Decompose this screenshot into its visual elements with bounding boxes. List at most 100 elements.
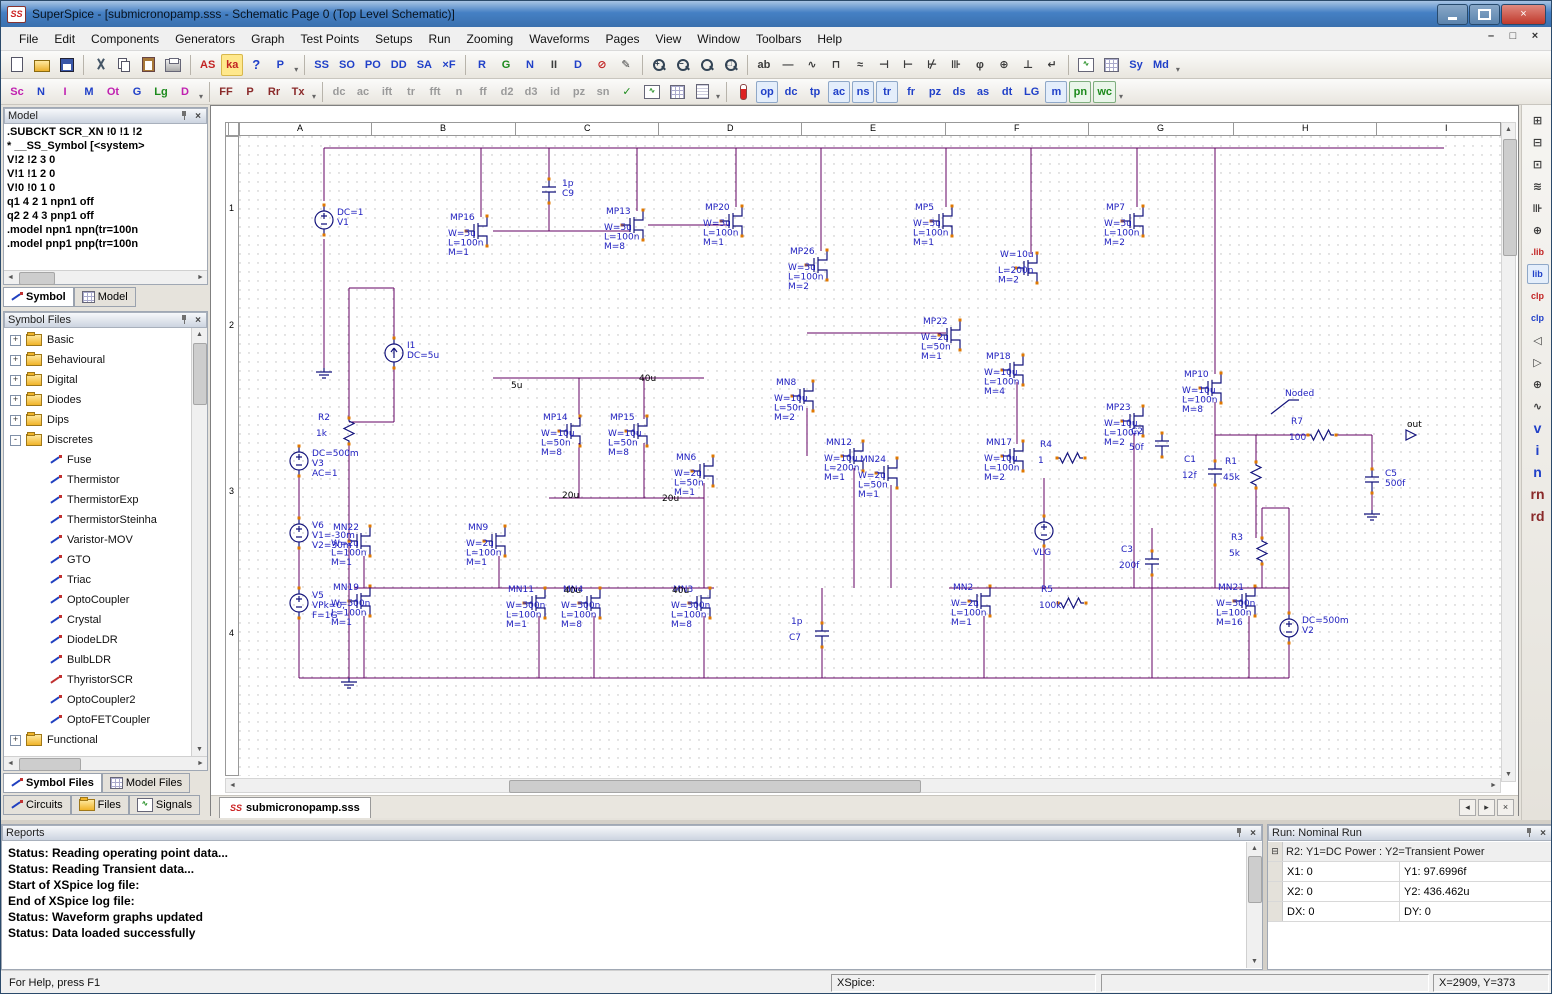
tree-h-scrollbar[interactable]: ◄ ►	[4, 756, 207, 770]
maximize-button[interactable]	[1469, 4, 1500, 25]
p-edit-button[interactable]: P	[239, 81, 261, 103]
sidebar-item-discretes[interactable]: -Discretes	[4, 430, 192, 450]
close-icon[interactable]: ×	[193, 315, 203, 326]
pz-run-button[interactable]: pz	[924, 81, 946, 103]
tab-files[interactable]: Files	[71, 795, 129, 815]
title-bar[interactable]: SS SuperSpice - [submicronopamp.sss - Sc…	[1, 1, 1551, 27]
component-5u[interactable]: 5u	[511, 381, 522, 391]
node-probe-tool[interactable]: n	[1527, 462, 1549, 482]
ac-analysis-button[interactable]: ac	[352, 81, 374, 103]
ss-button[interactable]: SS	[310, 54, 333, 76]
g2-button[interactable]: G	[126, 81, 148, 103]
tab-scroll-forward-button[interactable]: ▸	[1478, 799, 1495, 816]
toolbar-overflow-dropdown[interactable]: ▾	[310, 81, 318, 103]
toolbar-overflow-dropdown[interactable]: ▾	[292, 54, 300, 76]
po-button[interactable]: PO	[361, 54, 385, 76]
marker-b-icon[interactable]: ⊪	[945, 54, 967, 76]
tree-item-varistor-mov[interactable]: Varistor-MOV	[4, 530, 192, 550]
lg-button[interactable]: Lg	[150, 81, 172, 103]
new-file-icon[interactable]	[6, 54, 28, 76]
tab-model[interactable]: Model	[74, 287, 136, 307]
tab-symbol-files[interactable]: Symbol Files	[3, 773, 102, 793]
tab-symbol[interactable]: Symbol	[3, 287, 74, 307]
toolbar-overflow-dropdown[interactable]: ▾	[1174, 54, 1182, 76]
menu-pages[interactable]: Pages	[597, 29, 647, 49]
d-button[interactable]: D	[567, 54, 589, 76]
ot-button[interactable]: Ot	[102, 81, 124, 103]
scroll-down-icon[interactable]: ▼	[1502, 768, 1515, 781]
ac-run-button[interactable]: ac	[828, 81, 850, 103]
so-button[interactable]: SO	[335, 54, 359, 76]
run-measurement-row[interactable]: DX: 0DY: 0	[1268, 902, 1552, 922]
toolbar-overflow-dropdown[interactable]: ▾	[197, 81, 205, 103]
expand-icon[interactable]: +	[10, 335, 21, 346]
model-text[interactable]: .SUBCKT SCR_XN !0 !1 !2* __SS_Symbol [<s…	[4, 124, 207, 270]
schematic-v-scrollbar[interactable]: ▲ ▼	[1501, 122, 1516, 782]
sn-analysis-button[interactable]: sn	[592, 81, 614, 103]
sc-button[interactable]: Sc	[6, 81, 28, 103]
probe-left-icon[interactable]: ⊣	[873, 54, 895, 76]
pin-icon[interactable]	[1525, 828, 1534, 838]
lib-red-button[interactable]: .lib	[1527, 242, 1549, 262]
menu-waveforms[interactable]: Waveforms	[521, 29, 597, 49]
close-button[interactable]: ×	[1501, 4, 1546, 25]
sidebar-item-functional[interactable]: +Functional	[4, 730, 192, 750]
component-40u[interactable]: 40u	[564, 586, 581, 596]
menu-run[interactable]: Run	[421, 29, 459, 49]
sine-generator-icon[interactable]: ∿	[801, 54, 823, 76]
p-button[interactable]: P	[269, 54, 291, 76]
scroll-right-icon[interactable]: ►	[1487, 782, 1500, 789]
menu-graph[interactable]: Graph	[243, 29, 292, 49]
tr-analysis-button[interactable]: tr	[400, 81, 422, 103]
pulse-generator-icon[interactable]: ⊓	[825, 54, 847, 76]
n2-button[interactable]: N	[30, 81, 52, 103]
tp-run-button[interactable]: tp	[804, 81, 826, 103]
expand-icon[interactable]: +	[10, 355, 21, 366]
dc-analysis-button[interactable]: dc	[328, 81, 350, 103]
ift-analysis-button[interactable]: ift	[376, 81, 398, 103]
scroll-up-icon[interactable]: ▲	[1502, 123, 1515, 136]
tree-item-thyristorscr[interactable]: ThyristorSCR	[4, 670, 192, 690]
check-icon[interactable]: ✓	[616, 81, 638, 103]
sy-button[interactable]: Sy	[1125, 54, 1147, 76]
i-button[interactable]: I	[54, 81, 76, 103]
paste-icon[interactable]	[137, 54, 159, 76]
zoom-window-icon[interactable]	[696, 54, 718, 76]
document-tab[interactable]: SS submicronopamp.sss	[219, 797, 371, 818]
help-button[interactable]: ?	[245, 54, 267, 76]
md-button[interactable]: Md	[1149, 54, 1173, 76]
graph-icon[interactable]: ∿	[640, 81, 664, 103]
close-icon[interactable]: ×	[1248, 828, 1258, 839]
tree-item-optocoupler2[interactable]: OptoCoupler2	[4, 690, 192, 710]
net-collapse-tool[interactable]: ⊟	[1527, 132, 1549, 152]
marker-a-icon[interactable]: ⊬	[921, 54, 943, 76]
tree-item-gto[interactable]: GTO	[4, 550, 192, 570]
menu-file[interactable]: File	[11, 29, 46, 49]
save-icon[interactable]	[56, 54, 78, 76]
menu-window[interactable]: Window	[689, 29, 748, 49]
pin-icon[interactable]	[180, 111, 189, 121]
tr-run-button[interactable]: tr	[876, 81, 898, 103]
ii-button[interactable]: II	[543, 54, 565, 76]
sa-button[interactable]: SA	[413, 54, 436, 76]
xf-button[interactable]: ×F	[438, 54, 460, 76]
voltage-probe-tool[interactable]: v	[1527, 418, 1549, 438]
mdi-close-button[interactable]: ×	[1527, 30, 1543, 42]
tree-item-diodeldr[interactable]: DiodeLDR	[4, 630, 192, 650]
run-measurement-row[interactable]: X1: 0Y1: 97.6996f	[1268, 862, 1552, 882]
toolbar-overflow-dropdown[interactable]: ▾	[714, 81, 722, 103]
collapse-icon[interactable]: ⊟	[1268, 842, 1283, 861]
sidebar-item-diodes[interactable]: +Diodes	[4, 390, 192, 410]
grid-icon[interactable]	[666, 81, 689, 103]
toolbar-overflow-dropdown[interactable]: ▾	[1117, 81, 1125, 103]
text-label-button[interactable]: ab	[753, 54, 775, 76]
expand-icon[interactable]: +	[10, 395, 21, 406]
r-button[interactable]: R	[471, 54, 493, 76]
sidebar-item-behavioural[interactable]: +Behavioural	[4, 350, 192, 370]
component-40u[interactable]: 40u	[672, 586, 689, 596]
component-40u[interactable]: 40u	[639, 374, 656, 384]
rr-edit-button[interactable]: Rr	[263, 81, 285, 103]
tree-item-thermistorsteinha[interactable]: ThermistorSteinha	[4, 510, 192, 530]
as-run-button[interactable]: as	[972, 81, 994, 103]
d2-button[interactable]: D	[174, 81, 196, 103]
